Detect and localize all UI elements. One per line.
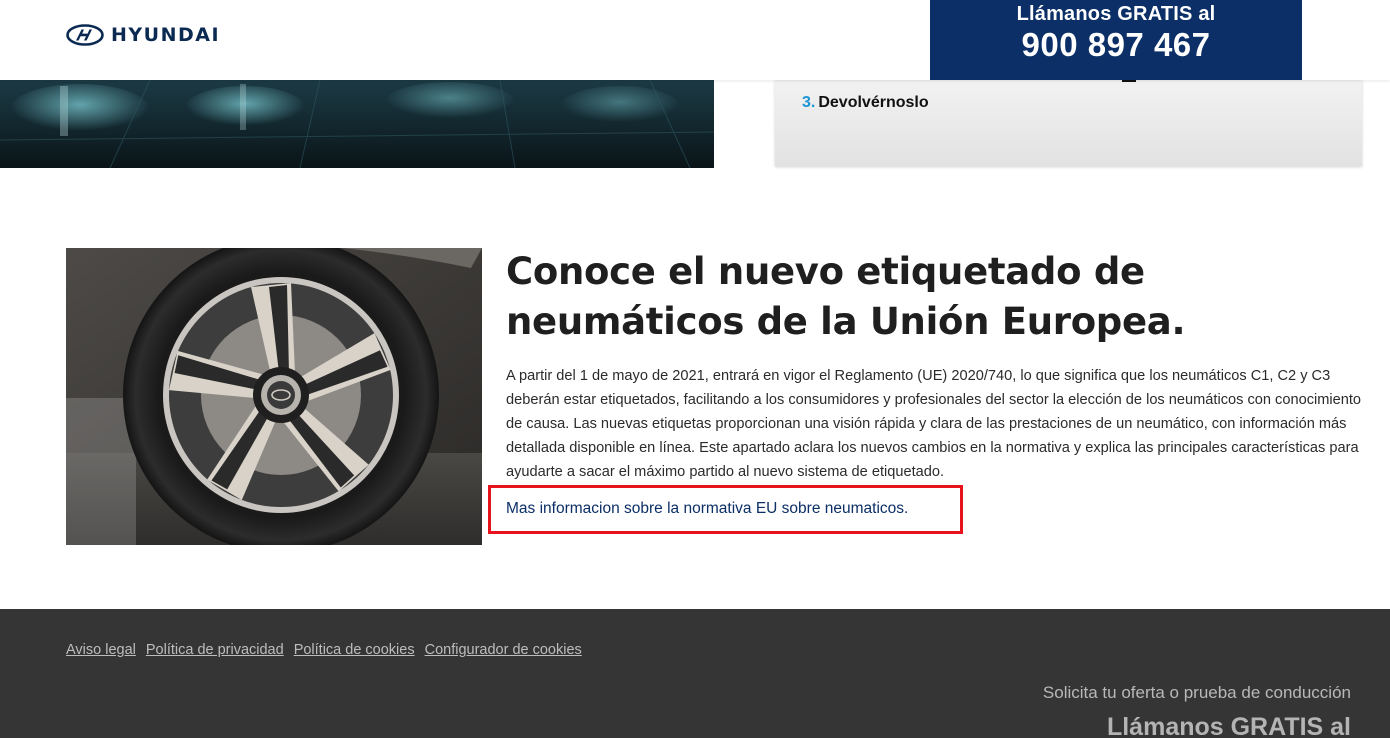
hyundai-logo[interactable]: HYUNDAI (66, 24, 220, 46)
footer-call-label[interactable]: Llámanos GRATIS al (1107, 713, 1351, 738)
step-label: Devolvérnoslo (818, 94, 929, 111)
eu-tyre-label-article: Conoce el nuevo etiquetado de neumáticos… (506, 248, 1362, 484)
footer-legal-links: Aviso legal Política de privacidad Polít… (66, 642, 582, 658)
more-info-link[interactable]: Mas informacion sobre la normativa EU so… (506, 500, 908, 518)
footer-cta-text: Solicita tu oferta o prueba de conducció… (1042, 683, 1351, 702)
brand-name: HYUNDAI (111, 24, 221, 46)
footer-link-cookie-settings[interactable]: Configurador de cookies (425, 642, 582, 658)
hyundai-logo-icon (66, 24, 104, 46)
article-body: A partir del 1 de mayo de 2021, entrará … (506, 368, 1362, 480)
step-number: 3. (802, 94, 816, 111)
site-header: HYUNDAI Llámanos GRATIS al 900 897 467 (0, 0, 1390, 80)
article-title: Conoce el nuevo etiquetado de neumáticos… (506, 250, 1186, 343)
site-footer: Aviso legal Política de privacidad Polít… (0, 609, 1390, 738)
wheel-photo (66, 248, 482, 545)
footer-link-privacy-policy[interactable]: Política de privacidad (146, 642, 284, 658)
showroom-floor-image (0, 80, 714, 168)
step-item: 3. Devolvérnoslo (802, 94, 929, 112)
footer-link-legal-notice[interactable]: Aviso legal (66, 642, 136, 658)
call-label: Llámanos GRATIS al (1016, 3, 1216, 25)
call-banner[interactable]: Llámanos GRATIS al 900 897 467 (930, 0, 1302, 80)
call-phone-number: 900 897 467 (1021, 26, 1211, 63)
steps-card: 3. Devolvérnoslo (775, 78, 1362, 166)
footer-link-cookie-policy[interactable]: Política de cookies (294, 642, 415, 658)
